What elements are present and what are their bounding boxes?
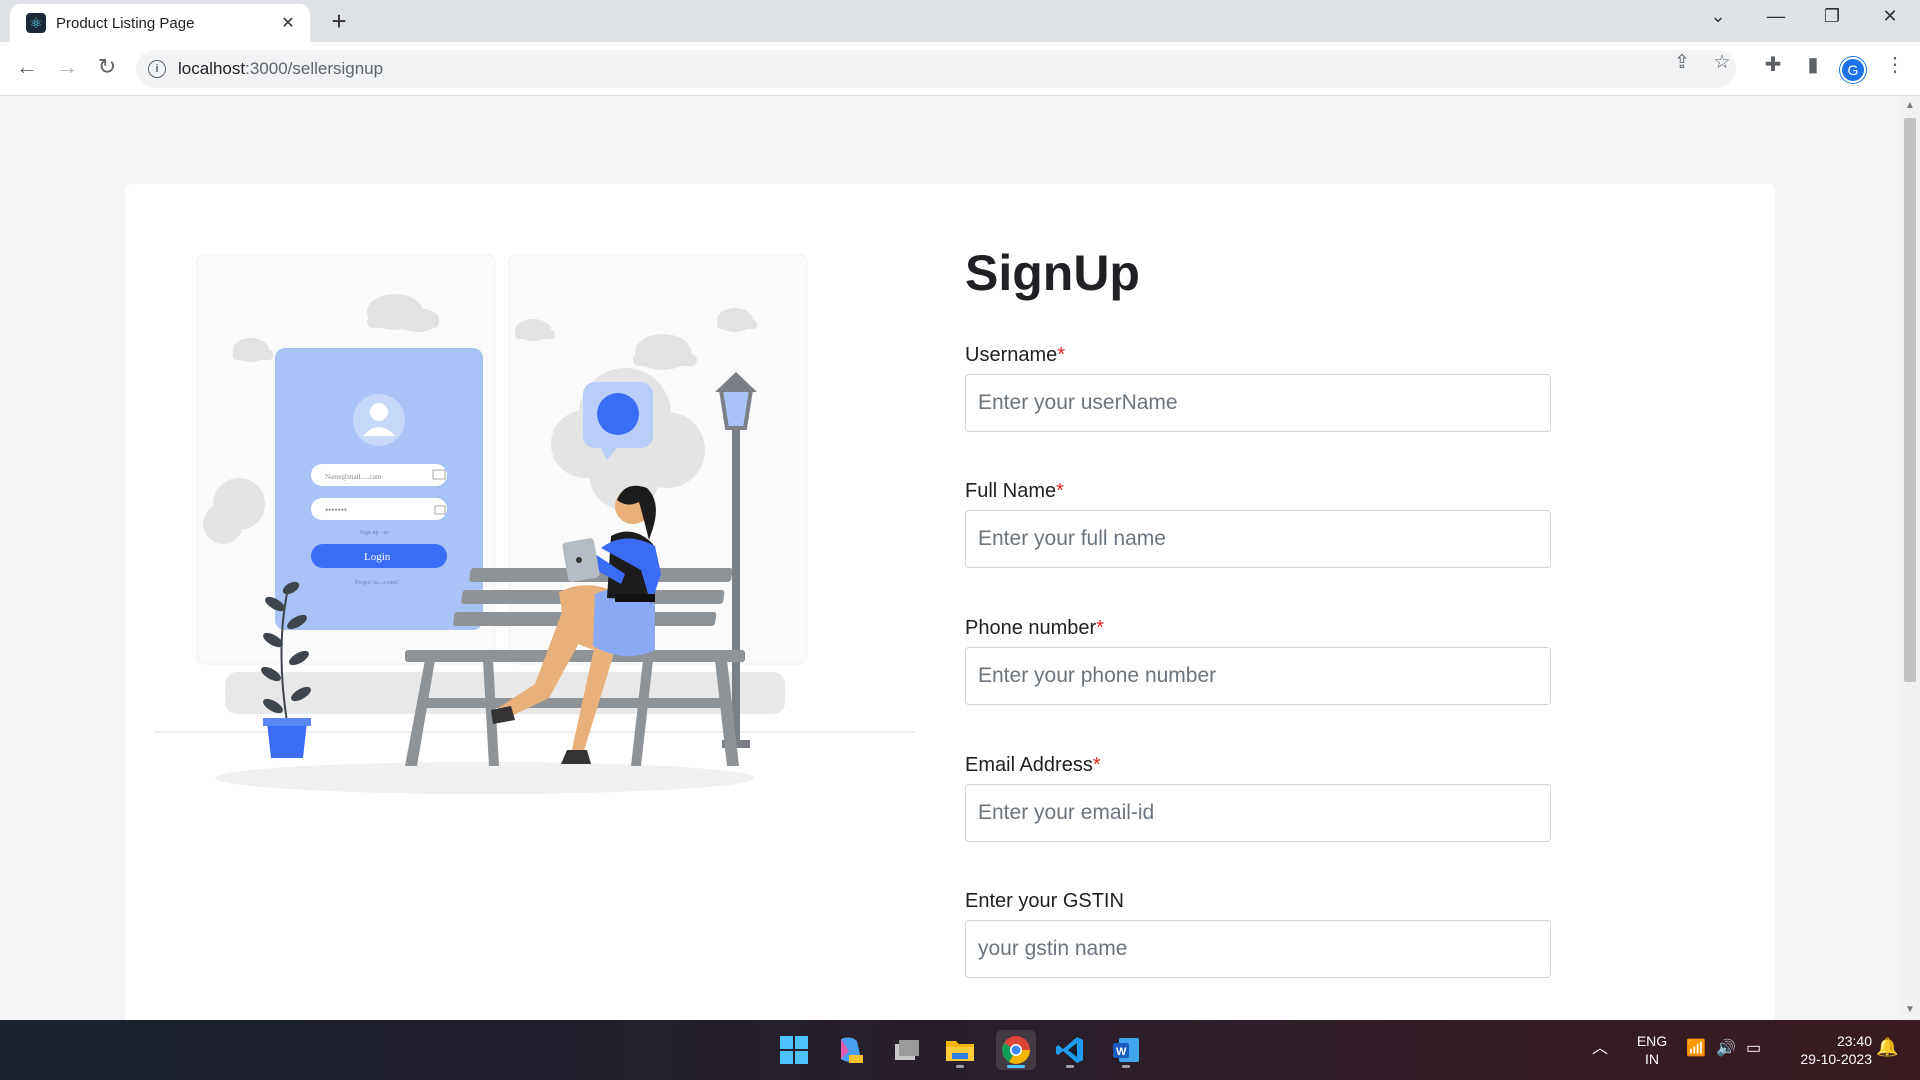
tab-title: Product Listing Page [56, 14, 195, 32]
required-marker: * [1096, 617, 1104, 639]
browser-tab[interactable]: ⚛ Product Listing Page ✕ [10, 4, 310, 42]
email-field-group: Email Address* [965, 754, 1565, 842]
file-explorer-icon[interactable] [940, 1030, 980, 1070]
gstin-input[interactable] [965, 920, 1551, 978]
phone-input[interactable] [965, 647, 1551, 705]
fullname-input[interactable] [965, 510, 1551, 568]
site-info-icon[interactable]: i [148, 60, 166, 78]
page-title: SignUp [965, 245, 1140, 301]
show-hidden-icons[interactable]: ︿ [1592, 1040, 1608, 1058]
url-host: localhost [178, 59, 246, 78]
signup-form: SignUp Username* Full Name* Phone number… [965, 244, 1565, 978]
vscode-icon[interactable] [1050, 1030, 1090, 1070]
username-label: Username [965, 344, 1058, 366]
gstin-field-group: Enter your GSTIN [965, 890, 1565, 978]
bookmark-star-icon[interactable]: ☆ [1708, 51, 1736, 74]
required-marker: * [1092, 754, 1101, 776]
username-field-group: Username* [965, 344, 1565, 432]
windows-start-icon[interactable] [774, 1030, 814, 1070]
forward-icon[interactable]: → [52, 54, 82, 80]
browser-tab-bar: ⚛ Product Listing Page ✕ + ⌄ — ❐ ✕ [0, 0, 1920, 42]
back-icon[interactable]: ← [12, 54, 42, 80]
profile-avatar[interactable]: G [1840, 57, 1866, 83]
language-indicator[interactable]: ENG IN [1632, 1032, 1672, 1068]
email-label: Email Address [965, 754, 1093, 776]
phone-field-group: Phone number* [965, 617, 1565, 705]
svg-text:Name@mail.....com: Name@mail.....com [325, 473, 382, 481]
battery-icon[interactable]: ▭ [1746, 1040, 1761, 1058]
clock-time: 23:40 [1836, 1033, 1872, 1049]
copilot-preview-icon[interactable] [830, 1030, 870, 1070]
word-icon[interactable]: W [1106, 1030, 1146, 1070]
windows-taskbar: W ︿ ENG IN 📶 🔊 ▭ 23:40 29-10-2023 🔔 [0, 1020, 1920, 1080]
minimize-button[interactable]: — [1756, 6, 1796, 27]
language-code: ENG [1636, 1033, 1668, 1049]
svg-text:•••••••: ••••••• [325, 505, 347, 515]
side-panel-icon[interactable]: ▮ [1798, 52, 1828, 77]
phone-label: Phone number [965, 617, 1097, 639]
svg-text:Sign up · or: Sign up · or [360, 530, 389, 536]
required-marker: * [1057, 344, 1066, 366]
fullname-field-group: Full Name* [965, 480, 1565, 568]
running-indicator [1066, 1065, 1074, 1068]
scroll-down-icon[interactable]: ▼ [1904, 1004, 1916, 1015]
active-indicator [1007, 1065, 1025, 1068]
restore-button[interactable]: ❐ [1812, 6, 1852, 27]
scroll-up-icon[interactable]: ▲ [1904, 100, 1916, 111]
svg-text:W: W [1116, 1046, 1127, 1058]
task-view-icon[interactable] [886, 1030, 926, 1070]
browser-toolbar: ← → ↻ i localhost:3000/sellersignup ⇪ ☆ … [0, 42, 1920, 96]
clock-date: 29-10-2023 [1800, 1051, 1872, 1067]
notification-bell-icon[interactable]: 🔔 [1876, 1038, 1898, 1056]
menu-kebab-icon[interactable]: ⋮ [1880, 52, 1910, 77]
svg-text:Login: Login [364, 551, 391, 563]
reload-icon[interactable]: ↻ [92, 54, 122, 80]
gstin-label: Enter your GSTIN [965, 890, 1124, 912]
address-bar[interactable]: i localhost:3000/sellersignup [136, 50, 1736, 88]
page-viewport: Name@mail.....com ••••••• Sign up · or L… [0, 96, 1900, 1020]
url-path: :3000/sellersignup [245, 59, 384, 78]
required-marker: * [1056, 480, 1064, 502]
close-window-button[interactable]: ✕ [1870, 6, 1910, 27]
wifi-icon[interactable]: 📶 [1686, 1040, 1706, 1058]
signup-illustration: Name@mail.....com ••••••• Sign up · or L… [155, 254, 915, 794]
new-tab-button[interactable]: + [325, 8, 353, 34]
react-favicon-icon: ⚛ [26, 13, 46, 33]
share-icon[interactable]: ⇪ [1668, 51, 1696, 74]
volume-icon[interactable]: 🔊 [1716, 1040, 1736, 1058]
scrollbar-thumb[interactable] [1904, 118, 1916, 682]
running-indicator [956, 1065, 964, 1068]
tab-search-icon[interactable]: ⌄ [1698, 6, 1738, 27]
email-input[interactable] [965, 784, 1551, 842]
chrome-taskbar-icon[interactable] [996, 1030, 1036, 1070]
tab-close-icon[interactable]: ✕ [278, 13, 298, 33]
extensions-icon[interactable]: ✚ [1758, 52, 1788, 77]
running-indicator [1122, 1065, 1130, 1068]
clock[interactable]: 23:40 29-10-2023 [1782, 1032, 1872, 1068]
svg-text:Forgot Ac...count?: Forgot Ac...count? [355, 580, 400, 586]
signup-card: Name@mail.....com ••••••• Sign up · or L… [125, 184, 1775, 1020]
fullname-label: Full Name [965, 480, 1057, 502]
username-input[interactable] [965, 374, 1551, 432]
region-code: IN [1645, 1051, 1659, 1067]
